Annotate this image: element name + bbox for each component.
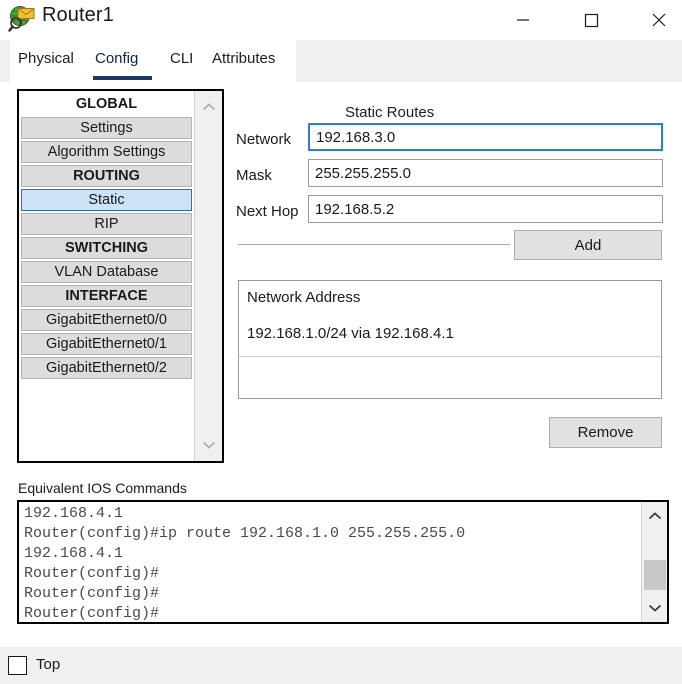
sidebar-item-gigabitethernet0-0[interactable]: GigabitEthernet0/0 — [21, 309, 192, 331]
list-divider — [239, 356, 661, 357]
active-tab-indicator — [93, 76, 152, 80]
routes-listbox[interactable]: Network Address 192.168.1.0/24 via 192.1… — [238, 280, 662, 399]
tab-cli[interactable]: CLI — [170, 50, 193, 70]
static-routes-title: Static Routes — [345, 104, 435, 121]
sidebar-item-vlan-database[interactable]: VLAN Database — [21, 261, 192, 283]
sidebar-item-interface: INTERFACE — [21, 285, 192, 307]
sidebar-item-static[interactable]: Static — [21, 189, 192, 211]
close-icon[interactable] — [636, 0, 682, 40]
sidebar-item-global: GLOBAL — [21, 93, 192, 115]
ios-commands-label: Equivalent IOS Commands — [18, 480, 187, 496]
sidebar-item-list: GLOBAL Settings Algorithm Settings ROUTING S… — [19, 91, 194, 381]
top-checkbox[interactable] — [8, 656, 27, 675]
tab-strip: Physical Config CLI Attributes — [0, 40, 682, 82]
config-panel: GLOBAL Settings Algorithm Settings ROUTING S… — [0, 82, 682, 684]
sidebar-item-routing: ROUTING — [21, 165, 192, 187]
next-hop-label: Next Hop — [236, 203, 299, 220]
maximize-icon[interactable] — [568, 0, 614, 40]
sidebar-item-rip[interactable]: RIP — [21, 213, 192, 235]
tab-config[interactable]: Config — [95, 50, 138, 70]
sidebar-item-settings[interactable]: Settings — [21, 117, 192, 139]
chevron-down-icon[interactable] — [642, 596, 667, 620]
tab-physical[interactable]: Physical — [18, 50, 74, 70]
title-bar: Router1 — [0, 0, 682, 40]
sidebar-scrollbar[interactable] — [194, 91, 222, 461]
minimize-icon[interactable] — [500, 0, 546, 40]
list-item[interactable]: 192.168.1.0/24 via 192.168.4.1 — [247, 325, 454, 342]
network-label: Network — [236, 131, 292, 148]
chevron-up-icon[interactable] — [195, 93, 222, 121]
packet-tracer-router-icon — [8, 5, 38, 33]
console-scrollbar[interactable] — [641, 502, 667, 622]
sidebar-item-gigabitethernet0-2[interactable]: GigabitEthernet0/2 — [21, 357, 192, 379]
tab-attributes[interactable]: Attributes — [212, 50, 275, 70]
top-checkbox-label: Top — [36, 656, 61, 673]
mask-label: Mask — [236, 167, 272, 184]
config-sidebar: GLOBAL Settings Algorithm Settings ROUTING S… — [17, 89, 224, 463]
mask-input[interactable]: 255.255.255.0 — [308, 159, 663, 187]
add-route-button[interactable]: Add — [514, 230, 662, 260]
router-config-window: Router1 Physical Config CLI Attributes G… — [0, 0, 682, 684]
sidebar-item-algorithm-settings[interactable]: Algorithm Settings — [21, 141, 192, 163]
chevron-up-icon[interactable] — [642, 504, 667, 528]
next-hop-input[interactable]: 192.168.5.2 — [308, 195, 663, 223]
sidebar-item-switching: SWITCHING — [21, 237, 192, 259]
form-separator — [238, 244, 510, 245]
ios-commands-console[interactable]: 192.168.4.1 Router(config)#ip route 192.… — [17, 500, 669, 624]
sidebar-item-gigabitethernet0-1[interactable]: GigabitEthernet0/1 — [21, 333, 192, 355]
window-title: Router1 — [42, 4, 114, 26]
chevron-down-icon[interactable] — [195, 431, 222, 459]
routes-list-header: Network Address — [247, 289, 361, 306]
footer-bar: Top — [0, 647, 682, 684]
network-input[interactable]: 192.168.3.0 — [308, 123, 663, 151]
ios-commands-text: 192.168.4.1 Router(config)#ip route 192.… — [24, 505, 466, 622]
console-scroll-thumb[interactable] — [644, 560, 666, 590]
remove-route-button[interactable]: Remove — [549, 417, 662, 448]
